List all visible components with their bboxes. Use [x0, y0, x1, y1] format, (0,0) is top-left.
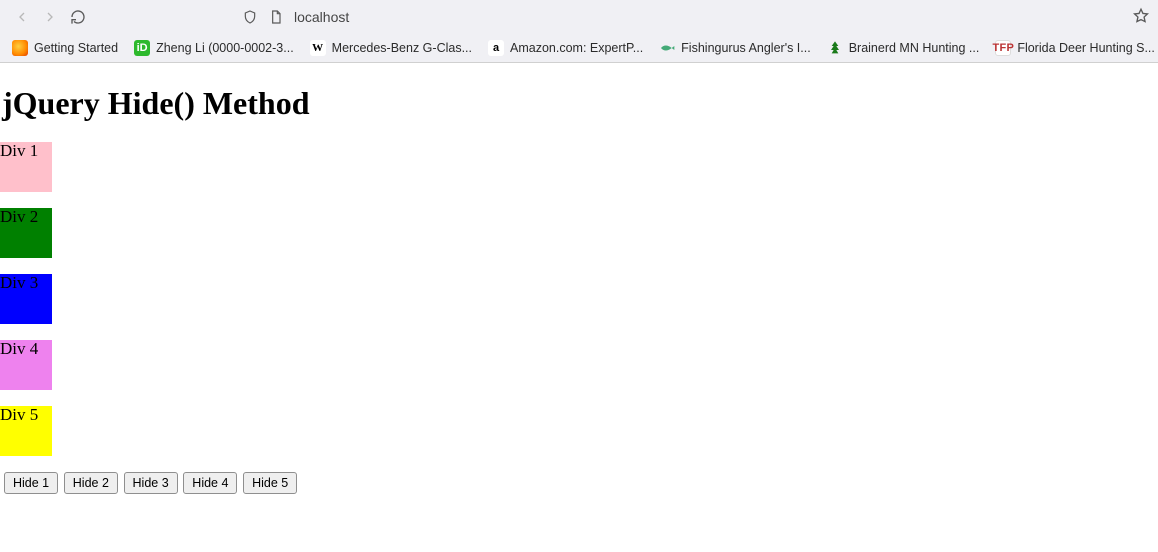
- bookmark-brainerd[interactable]: Brainerd MN Hunting ...: [821, 38, 986, 58]
- bookmark-label: Florida Deer Hunting S...: [1017, 41, 1155, 55]
- bookmark-florida-deer[interactable]: TFP Florida Deer Hunting S...: [989, 38, 1158, 58]
- hide-5-button[interactable]: Hide 5: [243, 472, 297, 494]
- firefox-icon: [12, 40, 28, 56]
- address-bar[interactable]: localhost: [242, 9, 349, 25]
- bookmarks-bar: Getting Started iD Zheng Li (0000-0002-3…: [0, 34, 1158, 62]
- page-content: jQuery Hide() Method Div 1 Div 2 Div 3 D…: [0, 63, 1158, 514]
- bookmark-zheng-li[interactable]: iD Zheng Li (0000-0002-3...: [128, 38, 300, 58]
- bookmark-label: Getting Started: [34, 41, 118, 55]
- div-3: Div 3: [0, 274, 52, 324]
- bookmark-getting-started[interactable]: Getting Started: [6, 38, 124, 58]
- amazon-icon: a: [488, 40, 504, 56]
- orcid-icon: iD: [134, 40, 150, 56]
- browser-chrome: localhost Getting Started iD Zheng Li (0…: [0, 0, 1158, 63]
- div-1: Div 1: [0, 142, 52, 192]
- div-4: Div 4: [0, 340, 52, 390]
- hide-1-button[interactable]: Hide 1: [4, 472, 58, 494]
- toolbar: localhost: [0, 0, 1158, 34]
- bookmark-label: Mercedes-Benz G-Clas...: [332, 41, 472, 55]
- forward-button[interactable]: [36, 3, 64, 31]
- url-text: localhost: [294, 9, 349, 25]
- star-icon: [1132, 7, 1150, 25]
- wikipedia-icon: W: [310, 40, 326, 56]
- bookmark-star-button[interactable]: [1132, 7, 1150, 28]
- div-label: Div 5: [0, 405, 38, 424]
- fish-icon: [659, 40, 675, 56]
- bookmark-fishingurus[interactable]: Fishingurus Angler's I...: [653, 38, 817, 58]
- div-label: Div 3: [0, 273, 38, 292]
- hide-3-button[interactable]: Hide 3: [124, 472, 178, 494]
- button-row: Hide 1 Hide 2 Hide 3 Hide 4 Hide 5: [0, 472, 1158, 494]
- bookmark-label: Fishingurus Angler's I...: [681, 41, 811, 55]
- bookmark-amazon[interactable]: a Amazon.com: ExpertP...: [482, 38, 649, 58]
- div-label: Div 2: [0, 207, 38, 226]
- bookmark-label: Zheng Li (0000-0002-3...: [156, 41, 294, 55]
- div-5: Div 5: [0, 406, 52, 456]
- hide-4-button[interactable]: Hide 4: [183, 472, 237, 494]
- arrow-left-icon: [14, 9, 30, 25]
- div-label: Div 4: [0, 339, 38, 358]
- shield-icon: [242, 9, 258, 25]
- tree-icon: [827, 40, 843, 56]
- tfp-icon: TFP: [995, 40, 1011, 56]
- page-icon: [268, 9, 284, 25]
- reload-icon: [70, 9, 86, 25]
- div-label: Div 1: [0, 141, 38, 160]
- hide-2-button[interactable]: Hide 2: [64, 472, 118, 494]
- div-2: Div 2: [0, 208, 52, 258]
- bookmark-label: Amazon.com: ExpertP...: [510, 41, 643, 55]
- back-button[interactable]: [8, 3, 36, 31]
- reload-button[interactable]: [64, 3, 92, 31]
- bookmark-mercedes[interactable]: W Mercedes-Benz G-Clas...: [304, 38, 478, 58]
- bookmark-label: Brainerd MN Hunting ...: [849, 41, 980, 55]
- arrow-right-icon: [42, 9, 58, 25]
- page-heading: jQuery Hide() Method: [0, 85, 1158, 122]
